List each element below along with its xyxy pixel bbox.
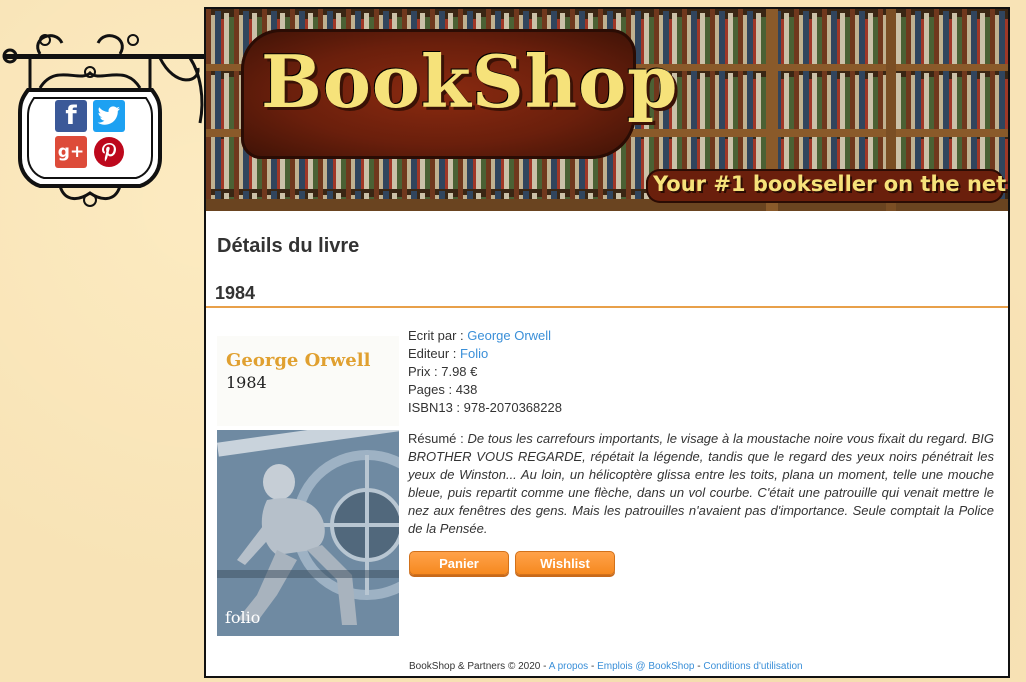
content-panel: BookShop Your #1 bookseller on the net D… [204,7,1010,678]
page-title: Détails du livre [217,235,360,257]
book-title: 1984 [215,283,256,303]
isbn-value: 978-2070368228 [463,400,562,415]
add-to-cart-button[interactable]: Panier [409,551,509,575]
price-value: 7.98 € [441,364,478,379]
summary-label: Résumé : [408,431,468,446]
twitter-icon[interactable] [93,100,125,132]
publisher-label: Editeur : [408,346,461,361]
cover-publisher-mark: folio [225,608,261,627]
cover-author: George Orwell [226,350,371,371]
site-logo[interactable]: BookShop [261,39,679,124]
publisher-link[interactable]: Folio [460,346,488,361]
page-footer: BookShop & Partners © 2020 - A propos - … [409,661,803,672]
pages-value: 438 [455,382,478,397]
site-banner[interactable]: BookShop Your #1 bookseller on the net [206,9,1008,211]
author-row: Ecrit par : George Orwell [408,327,562,345]
pages-label: Pages : [408,382,456,397]
pinterest-icon[interactable] [93,136,125,168]
site-tagline: Your #1 bookseller on the net [653,172,1007,196]
book-info: Ecrit par : George Orwell Editeur : Foli… [408,327,562,417]
footer-separator: - [588,661,598,672]
price-label: Prix : [408,364,442,379]
author-label: Ecrit par : [408,328,468,343]
add-to-wishlist-button[interactable]: Wishlist [515,551,615,575]
social-sign: f g+ [0,28,210,213]
cover-illustration [217,430,399,636]
isbn-row: ISBN13 : 978-2070368228 [408,399,562,417]
footer-copyright: BookShop & Partners © 2020 - [409,661,549,672]
footer-link-jobs[interactable]: Emplois @ BookShop [597,661,694,672]
footer-link-terms[interactable]: Conditions d'utilisation [703,661,802,672]
summary-text: De tous les carrefours importants, le vi… [408,431,994,536]
publisher-row: Editeur : Folio [408,345,562,363]
google-plus-icon[interactable]: g+ [55,136,87,168]
pages-row: Pages : 438 [408,381,562,399]
author-link[interactable]: George Orwell [467,328,551,343]
title-divider [206,306,1008,308]
facebook-icon[interactable]: f [55,100,87,132]
cover-title: 1984 [226,373,267,392]
book-summary: Résumé : De tous les carrefours importan… [408,430,994,538]
price-row: Prix : 7.98 € [408,363,562,381]
isbn-label: ISBN13 : [408,400,464,415]
book-cover: George Orwell 1984 folio [217,336,399,636]
footer-link-about[interactable]: A propos [549,661,588,672]
